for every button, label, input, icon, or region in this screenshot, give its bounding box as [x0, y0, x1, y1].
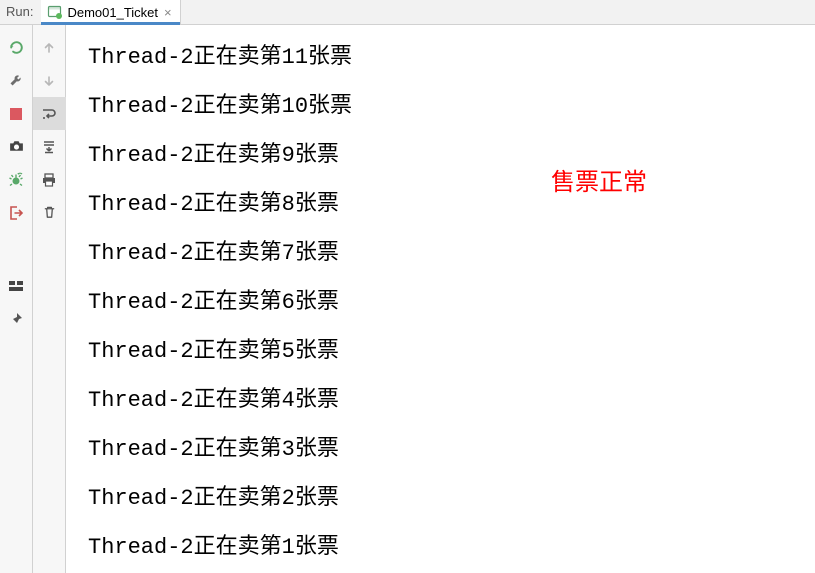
exit-icon[interactable] [0, 196, 33, 229]
down-arrow-icon[interactable] [33, 64, 66, 97]
camera-icon[interactable] [0, 130, 33, 163]
wrench-icon[interactable] [0, 64, 33, 97]
rerun-icon[interactable] [0, 31, 33, 64]
run-tab[interactable]: Demo01_Ticket × [41, 0, 180, 24]
debug-rerun-icon[interactable] [0, 163, 33, 196]
pin-icon[interactable] [0, 302, 33, 335]
scroll-end-icon[interactable] [33, 130, 66, 163]
application-run-icon [47, 4, 63, 20]
trash-icon[interactable] [33, 196, 66, 229]
console-toolbar [33, 25, 66, 573]
stop-icon[interactable] [0, 97, 33, 130]
close-icon[interactable]: × [164, 6, 172, 19]
soft-wrap-icon[interactable] [33, 97, 66, 130]
print-icon[interactable] [33, 163, 66, 196]
annotation-label: 售票正常 [551, 162, 647, 197]
run-label: Run: [0, 0, 41, 24]
up-arrow-icon[interactable] [33, 31, 66, 64]
run-left-toolbar [0, 25, 33, 573]
run-tool-window-header: Run: Demo01_Ticket × [0, 0, 815, 25]
console-output-text: Thread-2正在卖第11张票 Thread-2正在卖第10张票 Thread… [88, 33, 813, 572]
layout-icon[interactable] [0, 269, 33, 302]
run-tab-title: Demo01_Ticket [67, 5, 158, 20]
console-output-area[interactable]: Thread-2正在卖第11张票 Thread-2正在卖第10张票 Thread… [66, 25, 815, 573]
